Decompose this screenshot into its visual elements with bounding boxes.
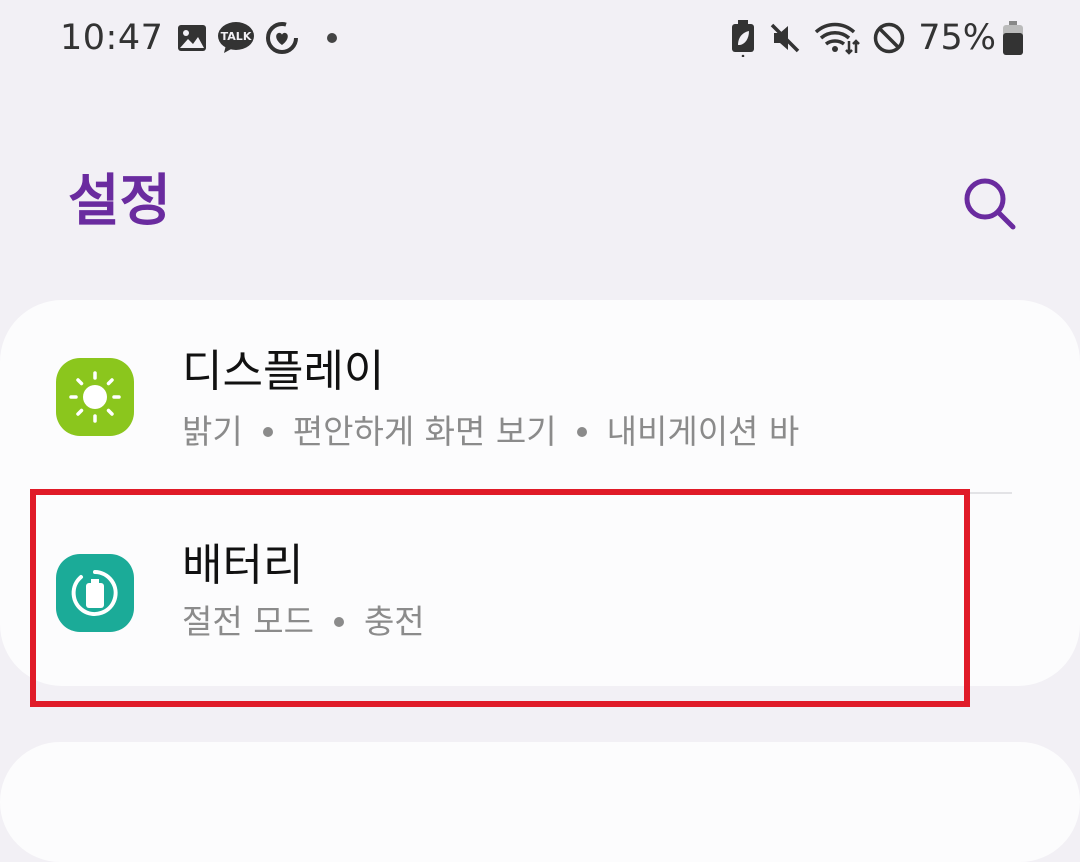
subtitle-part: 밝기 (182, 412, 243, 451)
display-icon (56, 358, 134, 436)
mute-icon (768, 21, 802, 55)
status-bar-right: 75% (730, 14, 1024, 62)
notification-dot-icon (327, 33, 338, 43)
status-bar: 10:47 TALK 75% (0, 0, 1080, 76)
battery-percent: 75% (918, 18, 996, 58)
battery-icon (1002, 20, 1024, 56)
status-bar-left: 10:47 TALK (60, 14, 338, 62)
gallery-icon (177, 23, 207, 53)
row-divider (182, 492, 1012, 494)
settings-card-next (0, 742, 1080, 862)
subtitle-part: 내비게이션 바 (606, 412, 800, 451)
battery-saver-icon (730, 19, 756, 58)
page-title: 설정 (68, 169, 172, 234)
settings-item-subtitle: 절전 모드 충전 (182, 600, 425, 644)
subtitle-part: 절전 모드 (182, 602, 314, 641)
separator-dot (262, 427, 273, 437)
svg-text:TALK: TALK (221, 30, 252, 43)
settings-item-title: 배터리 (182, 540, 304, 591)
separator-dot (333, 617, 344, 627)
settings-item-subtitle: 밝기 편안하게 화면 보기 내비게이션 바 (182, 410, 799, 454)
do-not-disturb-icon (872, 21, 906, 55)
health-icon (265, 21, 299, 55)
separator-dot (576, 427, 587, 437)
settings-item-title: 디스플레이 (182, 346, 385, 397)
settings-item-display[interactable]: 디스플레이 밝기 편안하게 화면 보기 내비게이션 바 (0, 300, 1080, 494)
battery-settings-icon (56, 554, 134, 632)
settings-card: 디스플레이 밝기 편안하게 화면 보기 내비게이션 바 배터리 절전 모드 충전 (0, 300, 1080, 686)
kakaotalk-icon: TALK (217, 21, 255, 55)
search-icon (964, 178, 1016, 230)
subtitle-part: 편안하게 화면 보기 (292, 412, 557, 451)
settings-item-battery[interactable]: 배터리 절전 모드 충전 (0, 496, 1080, 686)
search-button[interactable] (958, 172, 1022, 236)
wifi-icon (814, 21, 861, 55)
status-clock: 10:47 (60, 18, 164, 58)
subtitle-part: 충전 (363, 602, 425, 641)
